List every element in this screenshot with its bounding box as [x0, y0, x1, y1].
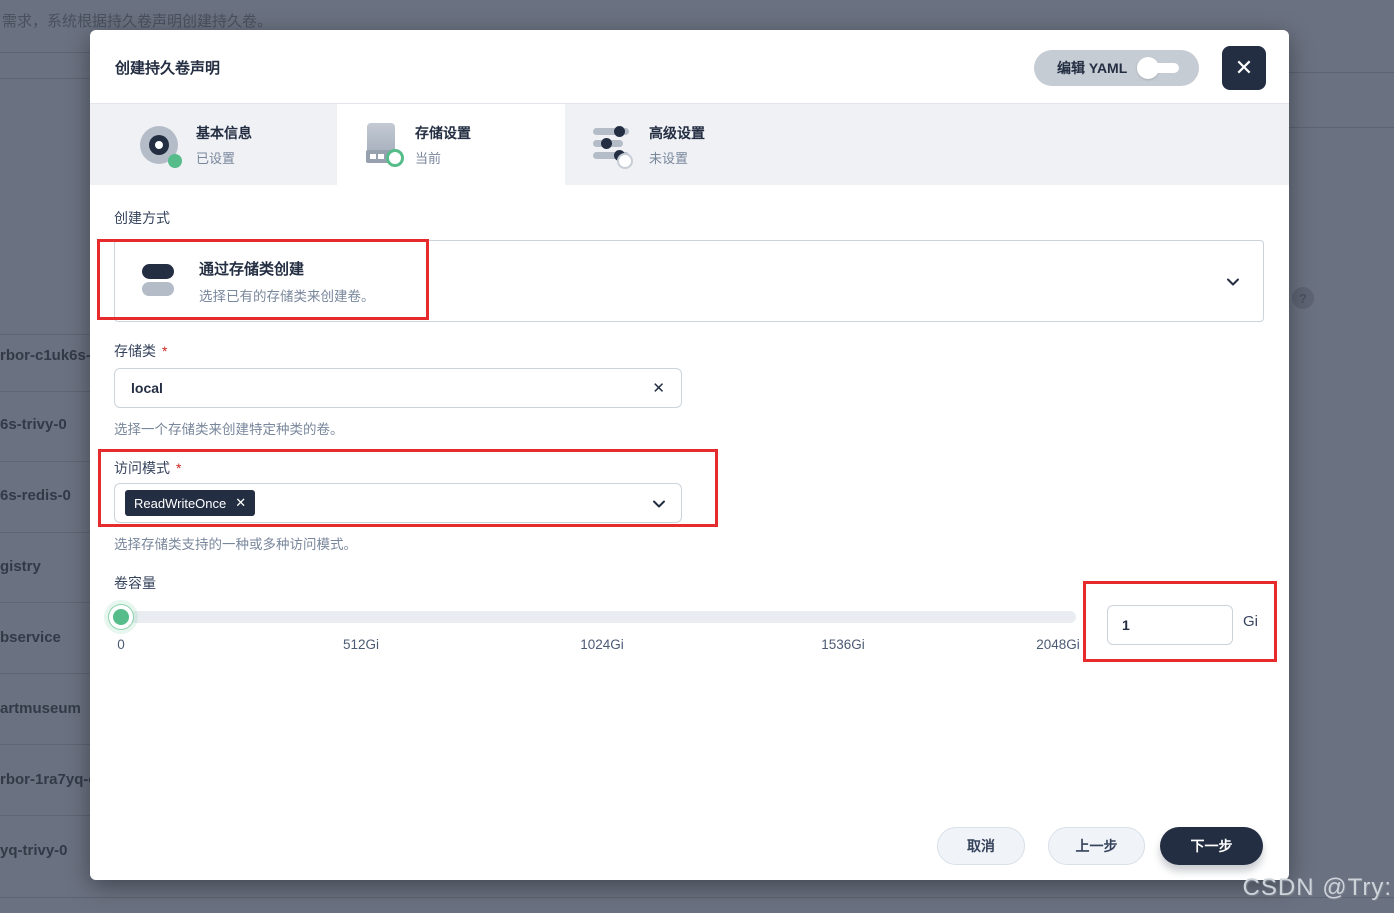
clear-icon[interactable]: ✕: [652, 379, 665, 397]
storage-class-value: local: [131, 380, 163, 396]
backdrop-row-divider: [0, 391, 90, 392]
capacity-unit: Gi: [1243, 613, 1258, 630]
backdrop-description-text: 需求，系统根据持久卷声明创建持久卷。: [2, 10, 272, 31]
close-icon: ✕: [1235, 55, 1253, 81]
capacity-input[interactable]: 1: [1107, 605, 1233, 645]
access-mode-tag: ReadWriteOnce ✕: [125, 490, 255, 516]
edit-yaml-label: 编辑 YAML: [1057, 58, 1127, 78]
backdrop-row-label: rbor-1ra7yq-c: [0, 771, 97, 788]
required-marker: *: [176, 460, 181, 476]
toggle-switch-icon[interactable]: [1137, 57, 1179, 79]
access-mode-tag-label: ReadWriteOnce: [134, 496, 226, 511]
tag-remove-icon[interactable]: ✕: [235, 495, 246, 511]
watermark: CSDN @Try:: [1243, 874, 1392, 902]
wizard-steps: 基本信息 已设置 存储设置 当前: [90, 103, 1289, 185]
chevron-down-icon: [1225, 274, 1241, 290]
storage-settings-icon: [365, 123, 399, 167]
slider-tick: 512Gi: [343, 637, 379, 652]
close-button[interactable]: ✕: [1222, 46, 1266, 90]
creation-method-select[interactable]: 通过存储类创建 选择已有的存储类来创建卷。: [114, 240, 1264, 322]
slider-tick: 1024Gi: [580, 637, 624, 652]
step-label: 存储设置: [415, 123, 471, 143]
backdrop-row-label: 6s-trivy-0: [0, 416, 67, 433]
slider-tick: 1536Gi: [821, 637, 865, 652]
advanced-settings-icon: [593, 124, 633, 166]
backdrop-row-divider: [0, 744, 90, 745]
step-label: 高级设置: [649, 123, 705, 143]
capacity-value: 1: [1122, 617, 1130, 633]
step-pending-ring: [617, 153, 633, 169]
step-status: 未设置: [649, 148, 705, 167]
modal-footer: 取消 上一步 下一步: [937, 827, 1263, 865]
access-mode-select[interactable]: ReadWriteOnce ✕: [114, 483, 682, 523]
method-option-title: 通过存储类创建: [199, 258, 375, 279]
storage-class-input[interactable]: local ✕: [114, 368, 682, 408]
modal-title: 创建持久卷声明: [115, 57, 220, 78]
creation-method-label: 创建方式: [114, 208, 170, 228]
capacity-slider-track[interactable]: [110, 611, 1076, 623]
backdrop-divider: [0, 897, 1394, 898]
database-icon: [141, 261, 175, 301]
chevron-down-icon: [651, 496, 667, 512]
backdrop-row-label: 6s-redis-0: [0, 487, 71, 504]
access-mode-help: 选择存储类支持的一种或多种访问模式。: [114, 533, 357, 553]
required-marker: *: [162, 343, 167, 359]
previous-button[interactable]: 上一步: [1048, 827, 1145, 865]
screen: 需求，系统根据持久卷声明创建持久卷。 rbor-c1uk6s- 6s-trivy…: [0, 0, 1394, 913]
slider-tick: 0: [117, 637, 125, 652]
backdrop-divider: [0, 78, 90, 79]
backdrop-row-divider: [0, 815, 90, 816]
access-mode-label: 访问模式*: [114, 458, 181, 478]
help-icon: ?: [1292, 287, 1314, 309]
backdrop-row-divider: [0, 673, 90, 674]
step-label: 基本信息: [196, 123, 252, 143]
next-button[interactable]: 下一步: [1160, 827, 1263, 865]
backdrop-row-divider: [0, 532, 90, 533]
step-status: 当前: [415, 148, 471, 167]
backdrop-row-divider: [0, 461, 90, 462]
step-basic-info[interactable]: 基本信息 已设置: [90, 104, 337, 186]
cancel-button[interactable]: 取消: [937, 827, 1025, 865]
backdrop-row-label: yq-trivy-0: [0, 842, 68, 859]
backdrop-divider: [1289, 72, 1394, 73]
step-current-ring: [386, 149, 404, 167]
step-status: 已设置: [196, 148, 252, 167]
create-pvc-modal: 创建持久卷声明 编辑 YAML ✕ 基本信息 已设置: [90, 30, 1289, 880]
backdrop-row-label: bservice: [0, 629, 61, 646]
capacity-label: 卷容量: [114, 573, 156, 593]
backdrop-row-label: gistry: [0, 558, 41, 575]
step-advanced-settings[interactable]: 高级设置 未设置: [565, 104, 793, 186]
step-done-dot: [168, 154, 182, 168]
basic-info-icon: [140, 124, 180, 166]
backdrop-row-divider: [0, 334, 90, 335]
backdrop-row-divider: [0, 602, 90, 603]
backdrop-divider: [0, 52, 90, 53]
edit-yaml-toggle[interactable]: 编辑 YAML: [1034, 50, 1199, 86]
storage-class-label: 存储类*: [114, 341, 167, 361]
slider-tick: 2048Gi: [1036, 637, 1080, 652]
backdrop-row-label: rbor-c1uk6s-: [0, 347, 91, 364]
method-option-desc: 选择已有的存储类来创建卷。: [199, 285, 375, 305]
step-storage-settings[interactable]: 存储设置 当前: [337, 104, 565, 186]
capacity-slider-thumb[interactable]: [109, 605, 133, 629]
backdrop-divider: [1289, 127, 1394, 128]
storage-class-help: 选择一个存储类来创建特定种类的卷。: [114, 418, 344, 438]
backdrop-row-label: artmuseum: [0, 700, 81, 717]
